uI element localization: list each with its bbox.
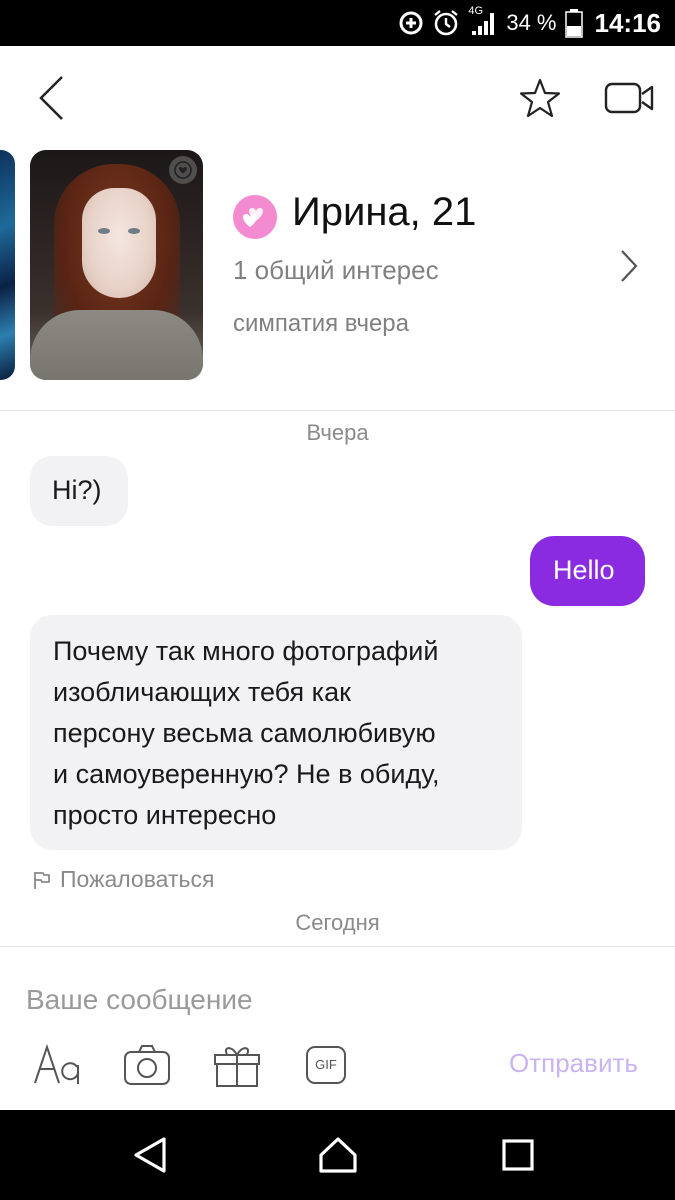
profile-name: Ирина, 21	[292, 190, 477, 234]
favorite-button[interactable]	[518, 76, 562, 120]
chat-top-bar	[0, 46, 675, 150]
message-line: и самоуверенную? Не в обиду,	[53, 759, 440, 789]
photo-eye-right	[128, 228, 140, 234]
divider	[0, 410, 675, 411]
divider	[0, 946, 675, 947]
back-button[interactable]	[30, 74, 74, 122]
date-separator-yesterday: Вчера	[306, 420, 369, 445]
data-saver-icon	[398, 10, 424, 36]
nav-home-button[interactable]	[313, 1132, 363, 1178]
photo-like-badge	[169, 156, 197, 184]
profile-open-button[interactable]	[616, 248, 642, 284]
nav-back-icon	[134, 1137, 166, 1173]
gif-label: GIF	[315, 1057, 337, 1072]
message-line: просто интересно	[53, 800, 277, 830]
gift-icon	[214, 1047, 260, 1087]
message-line: персону весьма самолюбивую	[53, 718, 436, 748]
network-type: 4G	[468, 5, 484, 17]
report-label: Пожаловаться	[60, 866, 215, 892]
photo-shirt	[30, 310, 203, 380]
nav-recents-icon	[502, 1139, 534, 1171]
photo-face	[82, 188, 156, 298]
flag-icon	[34, 871, 50, 889]
android-nav-bar	[0, 1110, 675, 1200]
profile-photo[interactable]	[30, 150, 203, 380]
alarm-icon	[432, 9, 460, 37]
report-button[interactable]: Пожаловаться	[32, 866, 214, 893]
message-outgoing[interactable]: Hello	[530, 536, 645, 606]
common-interests: 1 общий интерес	[233, 255, 439, 285]
send-button[interactable]: Отправить	[509, 1048, 638, 1079]
message-line: Почему так много фотографий	[53, 636, 439, 666]
star-icon	[519, 78, 561, 118]
back-arrow-icon	[39, 76, 63, 120]
camera-icon	[124, 1045, 170, 1085]
video-camera-icon	[604, 82, 654, 114]
text-format-button[interactable]	[30, 1040, 84, 1090]
font-icon	[34, 1043, 79, 1084]
nav-back-button[interactable]	[125, 1132, 175, 1178]
message-input[interactable]	[26, 975, 646, 1025]
heart-badge-icon	[174, 161, 192, 179]
status-bar: 4G 34 % 14:16	[0, 0, 675, 46]
status-bar-right: 4G 34 % 14:16	[398, 0, 661, 46]
sympathy-status: симпатия вчера	[233, 310, 410, 337]
gift-button[interactable]	[212, 1040, 262, 1090]
gif-button[interactable]: GIF	[303, 1040, 349, 1090]
battery-icon	[564, 8, 583, 38]
profile-header: Ирина, 21 1 общий интерес симпатия вчера	[0, 150, 675, 410]
photo-eye-left	[98, 228, 110, 234]
message-incoming[interactable]: Почему так много фотографий изобличающих…	[30, 615, 522, 850]
clock: 14:16	[594, 7, 662, 38]
chevron-right-icon	[621, 250, 638, 282]
previous-photo-thumbnail[interactable]	[0, 150, 15, 380]
message-incoming[interactable]: Hi?)	[30, 456, 128, 526]
signal-icon: 4G	[468, 5, 498, 37]
date-separator-today: Сегодня	[295, 910, 380, 935]
nav-recents-button[interactable]	[493, 1132, 543, 1178]
message-line: изобличающих тебя как	[53, 677, 351, 707]
battery-percent: 34 %	[506, 10, 557, 35]
camera-button[interactable]	[122, 1040, 172, 1090]
nav-home-icon	[319, 1137, 357, 1173]
video-call-button[interactable]	[604, 78, 656, 118]
double-heart-icon	[233, 195, 277, 239]
